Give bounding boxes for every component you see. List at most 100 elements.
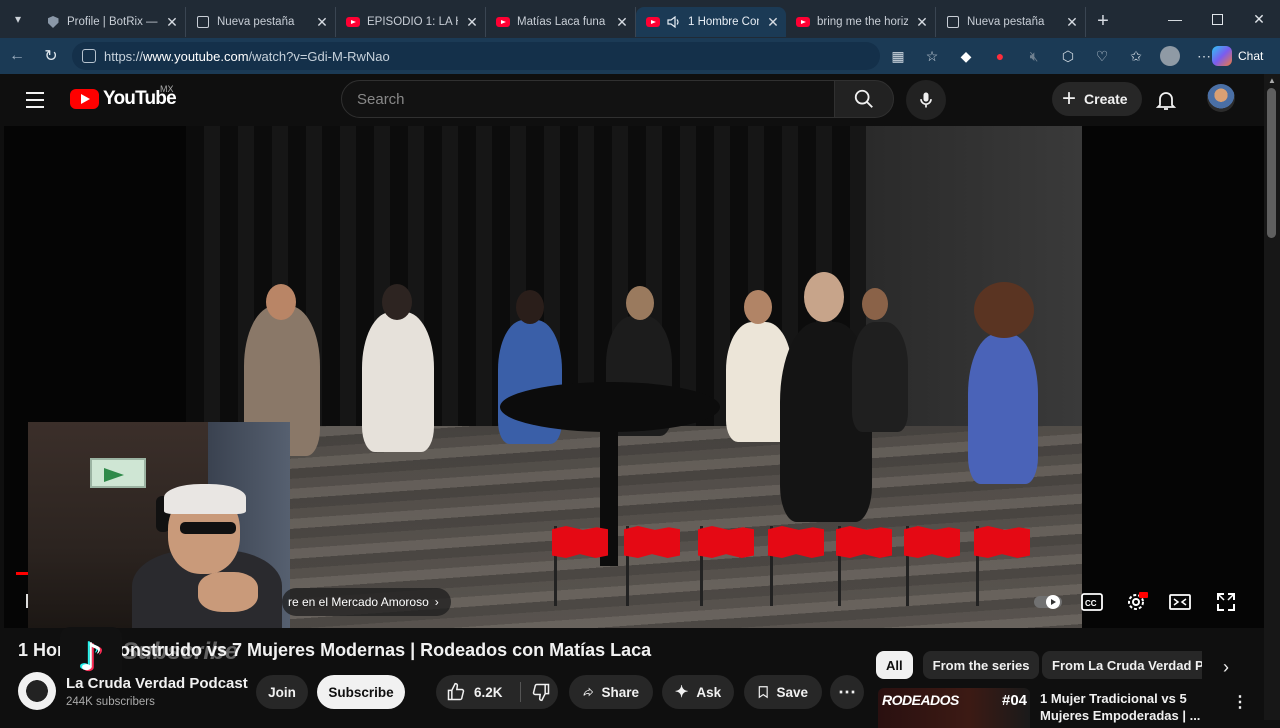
autoplay-toggle-icon (1034, 595, 1062, 609)
video-player[interactable]: re en el Mercado Amoroso › CC (4, 126, 1264, 628)
voice-search-button[interactable] (906, 80, 946, 120)
new-tab-button[interactable]: + (1086, 6, 1120, 36)
favorites-icon[interactable]: ✩ (1122, 42, 1150, 70)
captions-icon[interactable]: CC (1076, 588, 1108, 616)
tab-title: Nueva pestaña (217, 16, 295, 28)
tab-title: Nueva pestaña (967, 16, 1045, 28)
youtube-play-icon (70, 89, 99, 109)
browser-essentials-icon[interactable]: ♡ (1088, 42, 1116, 70)
ask-button[interactable]: ✦ Ask (662, 675, 734, 709)
browser-tab-bmth[interactable]: bring me the horizo ✕ (786, 7, 936, 37)
page-icon (196, 15, 210, 29)
close-tab-icon[interactable]: ✕ (615, 14, 629, 31)
url-field[interactable]: https://www.youtube.com/watch?v=Gdi-M-Rw… (72, 42, 880, 70)
chip-from-channel[interactable]: From La Cruda Verdad Podcast (1042, 651, 1202, 679)
settings-gear-icon[interactable] (1120, 588, 1152, 616)
youtube-logo[interactable]: YouTube MX (70, 84, 177, 110)
progress-bar-played[interactable] (16, 572, 28, 575)
panelist (852, 322, 908, 432)
more-actions-icon[interactable]: ⋯ (830, 675, 864, 709)
copilot-chat-button[interactable]: Chat (1212, 43, 1263, 69)
back-icon[interactable]: ← (0, 38, 34, 74)
notifications-bell-icon[interactable] (1154, 88, 1178, 112)
autoplay-toggle[interactable] (1030, 588, 1066, 616)
close-tab-icon[interactable]: ✕ (915, 14, 929, 31)
save-label: Save (776, 684, 808, 700)
recommendation-thumbnail[interactable]: RODEADOS #04 (878, 688, 1030, 728)
red-flag (698, 526, 754, 606)
reload-icon[interactable]: ↻ (34, 38, 68, 74)
close-tab-icon[interactable]: ✕ (1065, 14, 1079, 31)
plus-icon: + (1062, 85, 1077, 112)
save-button[interactable]: Save (744, 675, 822, 709)
channel-name[interactable]: La Cruda Verdad Podcast (66, 675, 248, 692)
app-available-icon[interactable]: ▦ (884, 42, 912, 70)
browser-tab-botrix[interactable]: Profile | BotRix — C ✕ (36, 7, 186, 37)
close-tab-icon[interactable]: ✕ (315, 14, 329, 31)
tiktok-icon: ♪ (78, 635, 104, 679)
search-icon (854, 89, 873, 108)
streamer-cap (164, 484, 246, 514)
red-flag (768, 526, 824, 606)
youtube-icon (796, 15, 810, 29)
create-button[interactable]: + Create (1052, 82, 1142, 116)
chat-label: Chat (1238, 49, 1264, 63)
svg-text:CC: CC (1085, 599, 1097, 608)
search-input[interactable] (357, 90, 834, 108)
host-head (804, 272, 844, 322)
youtube-icon (346, 15, 360, 29)
extension-diamond-icon[interactable]: ◆ (952, 42, 980, 70)
join-button[interactable]: Join (256, 675, 308, 709)
tab-title: EPISODIO 1: LA HAI (367, 16, 458, 28)
streamer-hand (198, 572, 258, 612)
tab-actions-menu-button[interactable]: ▾ (0, 0, 36, 38)
channel-avatar[interactable] (18, 672, 56, 710)
scroll-up-icon[interactable]: ▲ (1268, 76, 1276, 85)
account-avatar[interactable] (1207, 84, 1235, 112)
extension-red-icon[interactable]: ● (986, 42, 1014, 70)
subscribe-button[interactable]: Subscribe (317, 675, 405, 709)
share-button[interactable]: Share (569, 675, 653, 709)
theater-mode-icon[interactable] (1164, 588, 1196, 616)
chevron-down-icon: ▾ (14, 12, 22, 26)
recommendation-menu-icon[interactable]: ⋮ (1228, 692, 1252, 712)
chip-overflow: From La Cruda Verdad Podcast (1042, 651, 1202, 679)
like-button[interactable]: 6.2K (446, 675, 503, 709)
favorite-star-icon[interactable]: ☆ (918, 42, 946, 70)
close-tab-icon[interactable]: ✕ (165, 14, 179, 31)
panelist-head (382, 284, 412, 320)
mute-icon[interactable]: 🔇︎ (1020, 42, 1048, 70)
create-label: Create (1084, 91, 1128, 107)
dislike-button[interactable] (526, 675, 556, 709)
site-info-icon[interactable] (82, 49, 96, 63)
browser-tab-active[interactable]: 1 Hombre Con: ✕ (636, 7, 786, 37)
thumb-episode: #04 (1002, 692, 1028, 709)
chapter-button[interactable]: re en el Mercado Amoroso › (282, 588, 451, 616)
menu-icon[interactable] (24, 90, 46, 110)
recommendation-title[interactable]: 1 Mujer Tradicional vs 5 Mujeres Empoder… (1040, 690, 1220, 724)
maximize-icon[interactable] (1196, 0, 1238, 38)
minimize-icon[interactable]: — (1154, 0, 1196, 38)
panelist-head (862, 288, 888, 320)
close-tab-icon[interactable]: ✕ (465, 14, 479, 31)
close-tab-icon[interactable]: ✕ (766, 14, 780, 31)
browser-tab-new-1[interactable]: Nueva pestaña ✕ (186, 7, 336, 37)
scrollbar-thumb[interactable] (1267, 88, 1276, 238)
chevron-right-icon[interactable]: › (1212, 653, 1240, 681)
browser-tab-new-2[interactable]: Nueva pestaña ✕ (936, 7, 1086, 37)
browser-tab-matias[interactable]: Matías Laca funa - Y ✕ (486, 7, 636, 37)
fullscreen-icon[interactable] (1210, 588, 1242, 616)
thumbs-up-icon (447, 682, 465, 701)
chip-from-series[interactable]: From the series (922, 651, 1040, 679)
profile-avatar[interactable] (1156, 42, 1184, 70)
close-window-icon[interactable]: ✕ (1238, 0, 1280, 38)
extensions-icon[interactable]: ⬡ (1054, 42, 1082, 70)
search-button[interactable] (834, 80, 894, 118)
page-scrollbar[interactable]: ▲ (1264, 74, 1280, 720)
browser-tab-episodio[interactable]: EPISODIO 1: LA HAI ✕ (336, 7, 486, 37)
play-icon[interactable] (26, 594, 28, 608)
tab-title: Profile | BotRix — C (67, 16, 158, 28)
speaker-icon[interactable] (667, 15, 681, 29)
chip-all[interactable]: All (876, 651, 913, 679)
red-flag (552, 526, 608, 606)
